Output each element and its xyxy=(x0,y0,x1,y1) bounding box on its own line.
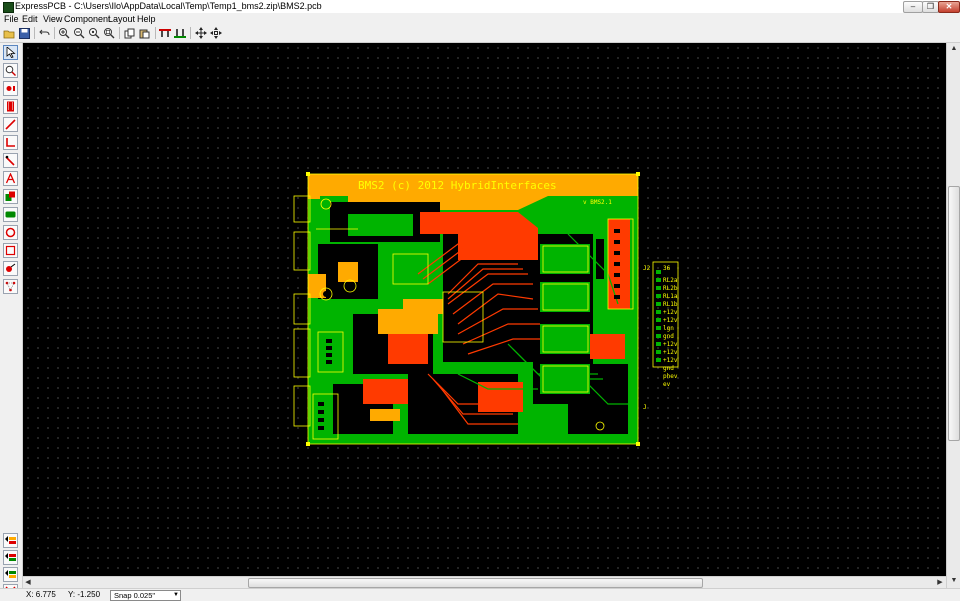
minimize-button[interactable]: – xyxy=(903,1,923,13)
undo-icon[interactable] xyxy=(37,26,51,40)
close-button[interactable]: ✕ xyxy=(938,1,960,13)
trace-icon[interactable] xyxy=(3,117,18,132)
top-layer-icon[interactable] xyxy=(158,26,172,40)
title-bar: ExpressPCB - C:\Users\Ilo\AppData\Local\… xyxy=(0,0,960,14)
save-icon[interactable] xyxy=(17,26,31,40)
board-version-text: v BMS2.1 xyxy=(583,199,612,206)
status-bar: X: 6.775 Y: -1.250 Snap 0.025" ▼ xyxy=(0,588,960,601)
restore-button[interactable]: ❒ xyxy=(922,1,939,13)
pin-label-rl1a: RL1a xyxy=(663,293,678,300)
scroll-up-icon[interactable]: ▲ xyxy=(949,43,959,54)
pin-label-phev: phev xyxy=(663,373,678,380)
filled-area-icon[interactable] xyxy=(3,207,18,222)
scroll-right-icon[interactable]: ▶ xyxy=(935,577,945,588)
pin-label-12v-a: +12v xyxy=(663,309,678,316)
rectangle-icon[interactable] xyxy=(3,243,18,258)
connector-label-j2: J2 xyxy=(643,265,651,272)
pin-label-gnd-a: gnd xyxy=(663,333,674,340)
horizontal-scroll-thumb[interactable] xyxy=(248,578,703,588)
pin-label-ev: ev xyxy=(663,381,671,388)
open-icon[interactable] xyxy=(2,26,16,40)
pin-label-rl1b: RL1b xyxy=(663,301,678,308)
menu-help[interactable]: Help xyxy=(137,14,156,24)
silkscreen-layer-icon[interactable] xyxy=(3,567,18,582)
connector-pin-count: 36 xyxy=(663,265,671,272)
scroll-down-icon[interactable]: ▼ xyxy=(949,575,959,586)
snap-select[interactable]: Snap 0.025" ▼ xyxy=(110,590,181,601)
bottom-copper-layer-icon[interactable] xyxy=(3,550,18,565)
menu-view[interactable]: View xyxy=(43,14,62,24)
component-icon[interactable] xyxy=(3,99,18,114)
menu-bar: File Edit View Component Layout Help xyxy=(0,13,960,25)
window-title: ExpressPCB - C:\Users\Ilo\AppData\Local\… xyxy=(15,1,322,11)
snap-value: Snap 0.025" xyxy=(114,591,156,600)
tool-palette xyxy=(0,43,23,599)
bottom-layer-icon[interactable] xyxy=(173,26,187,40)
pan-icon[interactable] xyxy=(209,26,223,40)
copy-icon[interactable] xyxy=(123,26,137,40)
chevron-down-icon[interactable]: ▼ xyxy=(173,591,179,600)
menu-layout[interactable]: Layout xyxy=(108,14,135,24)
menu-edit[interactable]: Edit xyxy=(22,14,38,24)
menu-file[interactable]: File xyxy=(4,14,19,24)
pin-label-12v-d: +12v xyxy=(663,349,678,356)
trace-corner-icon[interactable] xyxy=(3,135,18,150)
pcb-layout: BMS2 (c) 2012 HybridInterfaces v BMS2.1 … xyxy=(293,172,679,446)
cursor-x-readout: X: 6.775 xyxy=(26,590,56,599)
pin-label-gnd-b: gnd xyxy=(663,365,674,372)
vertical-scrollbar[interactable]: ▲ ▼ xyxy=(946,43,960,588)
pointer-icon[interactable] xyxy=(3,45,18,60)
pin-label-rl2b: RL2b xyxy=(663,285,678,292)
zoom-in-icon[interactable] xyxy=(57,26,71,40)
top-copper-layer-icon[interactable] xyxy=(3,533,18,548)
pin-label-lgn: lgn xyxy=(663,325,674,332)
zoom-out-icon[interactable] xyxy=(72,26,86,40)
pcb-canvas[interactable]: BMS2 (c) 2012 HybridInterfaces v BMS2.1 … xyxy=(23,43,946,576)
netlist-icon[interactable] xyxy=(3,279,18,294)
zoom-fit-icon[interactable] xyxy=(102,26,116,40)
connector-label-j: J xyxy=(643,404,647,411)
cursor-y-readout: Y: -1.250 xyxy=(68,590,101,599)
toolbar xyxy=(0,25,960,43)
paste-icon[interactable] xyxy=(138,26,152,40)
move-icon[interactable] xyxy=(194,26,208,40)
text-icon[interactable] xyxy=(3,171,18,186)
pin-label-12v-e: +12v xyxy=(663,357,678,364)
pad-icon[interactable] xyxy=(3,81,18,96)
pin-icon[interactable] xyxy=(3,261,18,276)
pin-label-rl2a: RL2a xyxy=(663,277,678,284)
vertical-scroll-thumb[interactable] xyxy=(948,186,960,441)
zoom-previous-icon[interactable] xyxy=(87,26,101,40)
filled-rect-icon[interactable] xyxy=(3,189,18,204)
scroll-left-icon[interactable]: ◀ xyxy=(23,577,33,588)
pin-label-12v-c: +12v xyxy=(663,341,678,348)
zoom-tool-icon[interactable] xyxy=(3,63,18,78)
expresspcb-app-icon xyxy=(3,2,14,13)
board-title-text: BMS2 (c) 2012 HybridInterfaces xyxy=(358,179,557,192)
menu-component[interactable]: Component xyxy=(64,14,111,24)
circle-icon[interactable] xyxy=(3,225,18,240)
pin-label-12v-b: +12v xyxy=(663,317,678,324)
diagonal-trace-icon[interactable] xyxy=(3,153,18,168)
